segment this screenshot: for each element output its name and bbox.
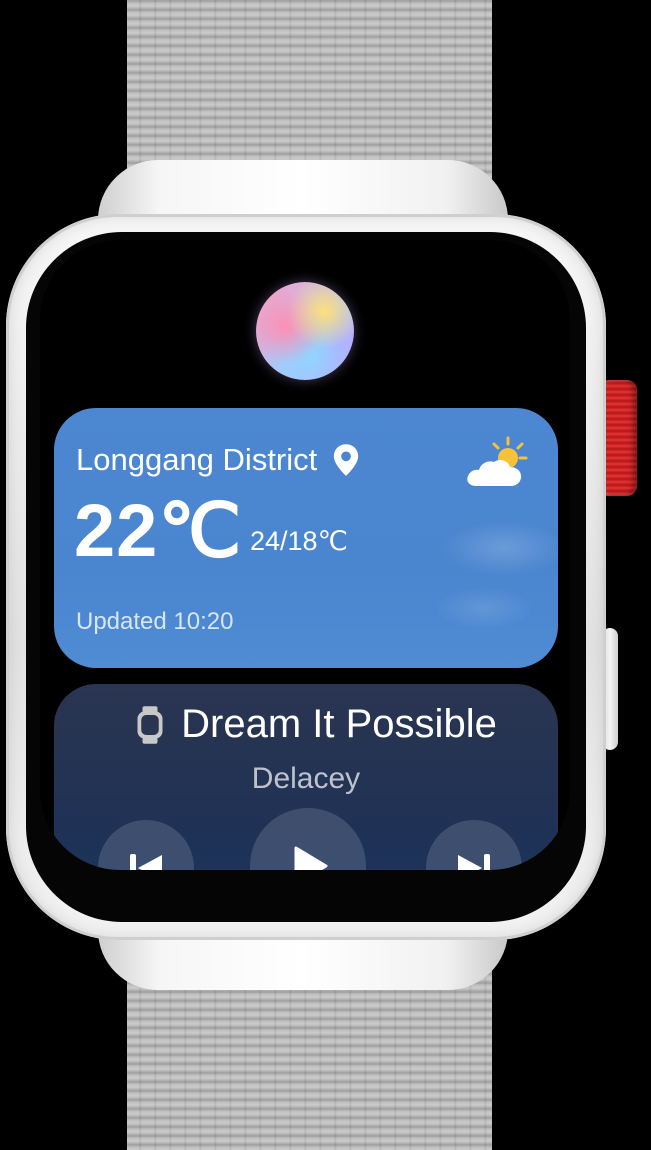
watch-screen: Longgang District 22℃ 24/18℃ Updated 10:…: [40, 240, 570, 870]
weather-temperature-range: 24/18℃: [250, 526, 348, 556]
music-artist: Delacey: [251, 762, 361, 795]
watch-stage: Longgang District 22℃ 24/18℃ Updated 10:…: [0, 0, 651, 1150]
music-card[interactable]: Dream It Possible Delacey: [54, 684, 558, 870]
watch-icon: [137, 705, 163, 744]
play-icon: [294, 846, 328, 870]
weather-temperature: 22℃: [74, 489, 243, 572]
music-track-title: Dream It Possible: [181, 702, 497, 746]
weather-card[interactable]: Longgang District 22℃ 24/18℃ Updated 10:…: [54, 408, 558, 668]
location-pin-icon: [334, 444, 359, 476]
previous-track-button[interactable]: [98, 820, 194, 870]
play-button[interactable]: [250, 808, 366, 870]
weather-updated-time: Updated 10:20: [76, 608, 234, 635]
weather-location-label: Longgang District: [76, 442, 318, 477]
next-track-icon: [458, 854, 490, 870]
music-title-row: Dream It Possible: [54, 702, 558, 747]
next-track-button[interactable]: [426, 820, 522, 870]
previous-track-icon: [130, 854, 162, 870]
weather-location-row: Longgang District: [76, 442, 361, 478]
partly-cloudy-icon: [467, 436, 528, 486]
assistant-orb-icon[interactable]: [256, 282, 354, 380]
